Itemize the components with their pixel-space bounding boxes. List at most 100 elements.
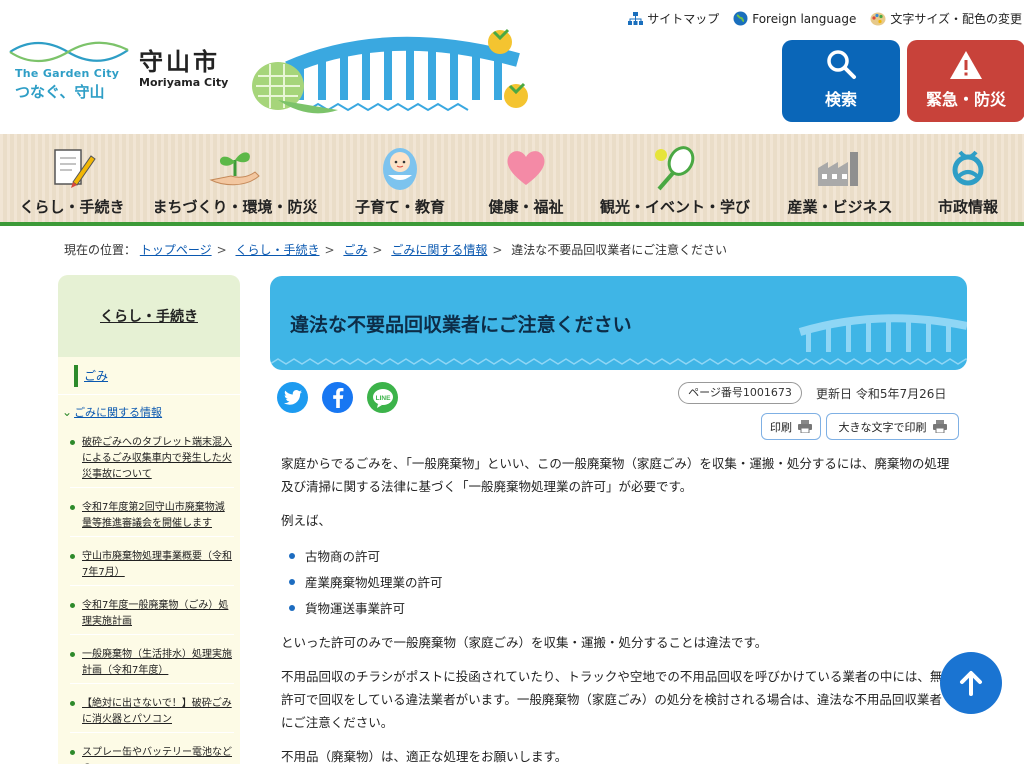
breadcrumb-link[interactable]: トップページ — [140, 243, 212, 257]
permit-list: 古物商の許可 産業廃棄物処理業の許可 貨物運送事業許可 — [289, 543, 953, 621]
gnav-label: 健康・福祉 — [488, 198, 564, 216]
gnav-label: 市政情報 — [937, 198, 998, 216]
font-color-label: 文字サイズ・配色の変更 — [890, 12, 1022, 26]
gnav-item-kanko[interactable]: 観光・イベント・学び — [596, 134, 754, 222]
search-icon — [827, 50, 856, 79]
bullet-icon — [70, 652, 75, 657]
page-title-banner: 違法な不要品回収業者にご注意ください — [270, 276, 967, 370]
print-large-button-label: 大きな文字で印刷 — [838, 420, 927, 434]
list-item: スプレー缶やバッテリー電池などの — [70, 745, 234, 764]
sidebar-item-gomi-info[interactable]: ごみに関する情報 — [74, 404, 162, 420]
facebook-icon — [332, 387, 343, 408]
bullet-icon — [70, 505, 75, 510]
bullet-icon — [70, 440, 75, 445]
sidebar-link[interactable]: 【絶対に出さないで！】破砕ごみに消火器とパソコン — [82, 696, 234, 728]
list-item: 【絶対に出さないで！】破砕ごみに消火器とパソコン — [70, 696, 234, 733]
bullet-icon — [70, 603, 75, 608]
back-to-top-button[interactable] — [940, 652, 1002, 714]
sidebar-item-gomi[interactable]: ごみ — [84, 367, 108, 384]
search-button-label: 検索 — [824, 90, 857, 109]
line-share-button[interactable]: LINE — [367, 382, 398, 413]
gnav-label: 子育て・教育 — [354, 198, 445, 216]
twitter-icon — [283, 390, 302, 405]
breadcrumb-link[interactable]: くらし・手続き — [236, 243, 320, 257]
foreign-language-label: Foreign language — [752, 11, 857, 26]
bullet-icon — [289, 605, 295, 611]
logo-tagline-jp: つなぐ、守山 — [15, 83, 105, 101]
breadcrumb-prefix: 現在の位置： — [64, 243, 137, 257]
list-item-text: 産業廃棄物処理業の許可 — [305, 574, 443, 590]
list-item: 貨物運送事業許可 — [289, 595, 953, 621]
list-item-text: 貨物運送事業許可 — [305, 600, 406, 616]
gnav-label: 観光・イベント・学び — [599, 198, 750, 216]
palette-icon — [870, 12, 886, 25]
sidebar-heading-link[interactable]: くらし・手続き — [100, 306, 198, 326]
search-button[interactable]: 検索 — [782, 40, 900, 122]
list-item: 令和7年度第2回守山市廃棄物減量等推進審議会を開催します — [70, 500, 234, 537]
printer-icon — [932, 420, 947, 433]
bullet-icon — [70, 701, 75, 706]
article-body: 家庭からでるごみを、「一般廃棄物」といい、この一般廃棄物（家庭ごみ）を収集・運搬… — [281, 452, 953, 764]
facebook-share-button[interactable] — [322, 382, 353, 413]
sidebar-link-list: 破砕ごみへのタブレット端末混入によるごみ収集車内で発生した火災事故について 令和… — [58, 429, 240, 764]
printer-icon — [798, 420, 812, 433]
gnav-item-kenko[interactable]: 健康・福祉 — [476, 134, 576, 222]
print-button[interactable]: 印刷 — [761, 413, 821, 440]
list-item: 産業廃棄物処理業の許可 — [289, 569, 953, 595]
paragraph: 家庭からでるごみを、「一般廃棄物」といい、この一般廃棄物（家庭ごみ）を収集・運搬… — [281, 456, 950, 494]
sidebar-link[interactable]: 破砕ごみへのタブレット端末混入によるごみ収集車内で発生した火災事故について — [82, 435, 234, 483]
gnav-item-sangyo[interactable]: 産業・ビジネス — [778, 134, 902, 222]
global-nav: くらし・手続き まちづくり・環境・防災 子育て・教育 健康・福祉 観光・イベント… — [0, 134, 1024, 226]
list-item: 破砕ごみへのタブレット端末混入によるごみ収集車内で発生した火災事故について — [70, 435, 234, 488]
logo-city-name-en: Moriyama City — [139, 76, 229, 89]
sidebar-link[interactable]: 一般廃棄物（生活排水）処理実施計画（令和7年度） — [82, 647, 234, 679]
gnav-item-kurashi[interactable]: くらし・手続き — [12, 134, 132, 222]
twitter-share-button[interactable] — [277, 382, 308, 413]
bullet-icon — [289, 579, 295, 585]
site-header: サイトマップ Foreign language 文字サイズ・配色の変更 The … — [0, 0, 1024, 134]
chevron-down-icon: ⌄ — [62, 405, 73, 419]
sitemap-icon — [628, 11, 644, 25]
print-button-label: 印刷 — [770, 420, 792, 434]
logo-wave-icon — [9, 41, 129, 62]
site-logo[interactable]: The Garden City つなぐ、守山 守山市 Moriyama City — [8, 38, 238, 108]
heart-icon — [507, 151, 545, 185]
font-color-link[interactable]: 文字サイズ・配色の変更 — [870, 10, 1022, 27]
sidebar-link[interactable]: 令和7年度第2回守山市廃棄物減量等推進審議会を開催します — [82, 500, 234, 532]
print-large-button[interactable]: 大きな文字で印刷 — [826, 413, 959, 440]
gnav-label: 産業・ビジネス — [787, 198, 893, 216]
foreign-language-link[interactable]: Foreign language — [733, 10, 856, 27]
document-pen-icon — [54, 149, 96, 188]
sitemap-link[interactable]: サイトマップ — [628, 10, 719, 27]
page-title: 違法な不要品回収業者にご注意ください — [290, 314, 632, 336]
gnav-item-machizukuri[interactable]: まちづくり・環境・防災 — [146, 134, 324, 222]
emergency-button[interactable]: 緊急・防災 — [907, 40, 1024, 122]
bullet-icon — [70, 750, 75, 755]
factory-icon — [818, 152, 858, 186]
sprout-hand-icon — [209, 152, 260, 186]
paragraph: 不用品（廃棄物）は、適正な処理をお願いします。 — [281, 749, 568, 764]
breadcrumb-link[interactable]: ごみ — [343, 243, 367, 257]
logo-city-name: 守山市 — [139, 47, 220, 76]
sidebar-current-item: ごみ — [58, 357, 240, 395]
sidebar-link[interactable]: 守山市廃棄物処理事業概要（令和7年7月） — [82, 549, 234, 581]
bullet-icon — [289, 553, 295, 559]
sidebar-heading: くらし・手続き — [58, 275, 240, 357]
sidebar-link[interactable]: 令和7年度一般廃棄物（ごみ）処理実施計画 — [82, 598, 234, 630]
breadcrumb-current: 違法な不要品回収業者にご注意ください — [511, 243, 727, 257]
bullet-icon — [70, 554, 75, 559]
gnav-item-shisei[interactable]: 市政情報 — [922, 134, 1014, 222]
breadcrumb-link[interactable]: ごみに関する情報 — [391, 243, 487, 257]
gnav-label: くらし・手続き — [19, 198, 125, 216]
list-item-text: 古物商の許可 — [305, 548, 381, 564]
paragraph: 不用品回収のチラシがポストに投函されていたり、トラックや空地での不用品回収を呼び… — [281, 669, 943, 730]
breadcrumb: 現在の位置： トップページ > くらし・手続き > ごみ > ごみに関する情報 > 違法… — [64, 243, 727, 257]
social-share: LINE — [277, 382, 398, 413]
sidebar-link[interactable]: スプレー缶やバッテリー電池などの — [82, 745, 234, 764]
gnav-label: まちづくり・環境・防災 — [152, 198, 318, 216]
list-item: 守山市廃棄物処理事業概要（令和7年7月） — [70, 549, 234, 586]
list-item: 古物商の許可 — [289, 543, 953, 569]
sidebar-subheading: ⌄ ごみに関する情報 — [58, 395, 240, 429]
list-item: 令和7年度一般廃棄物（ごみ）処理実施計画 — [70, 598, 234, 635]
gnav-item-kosodate[interactable]: 子育て・教育 — [344, 134, 456, 222]
